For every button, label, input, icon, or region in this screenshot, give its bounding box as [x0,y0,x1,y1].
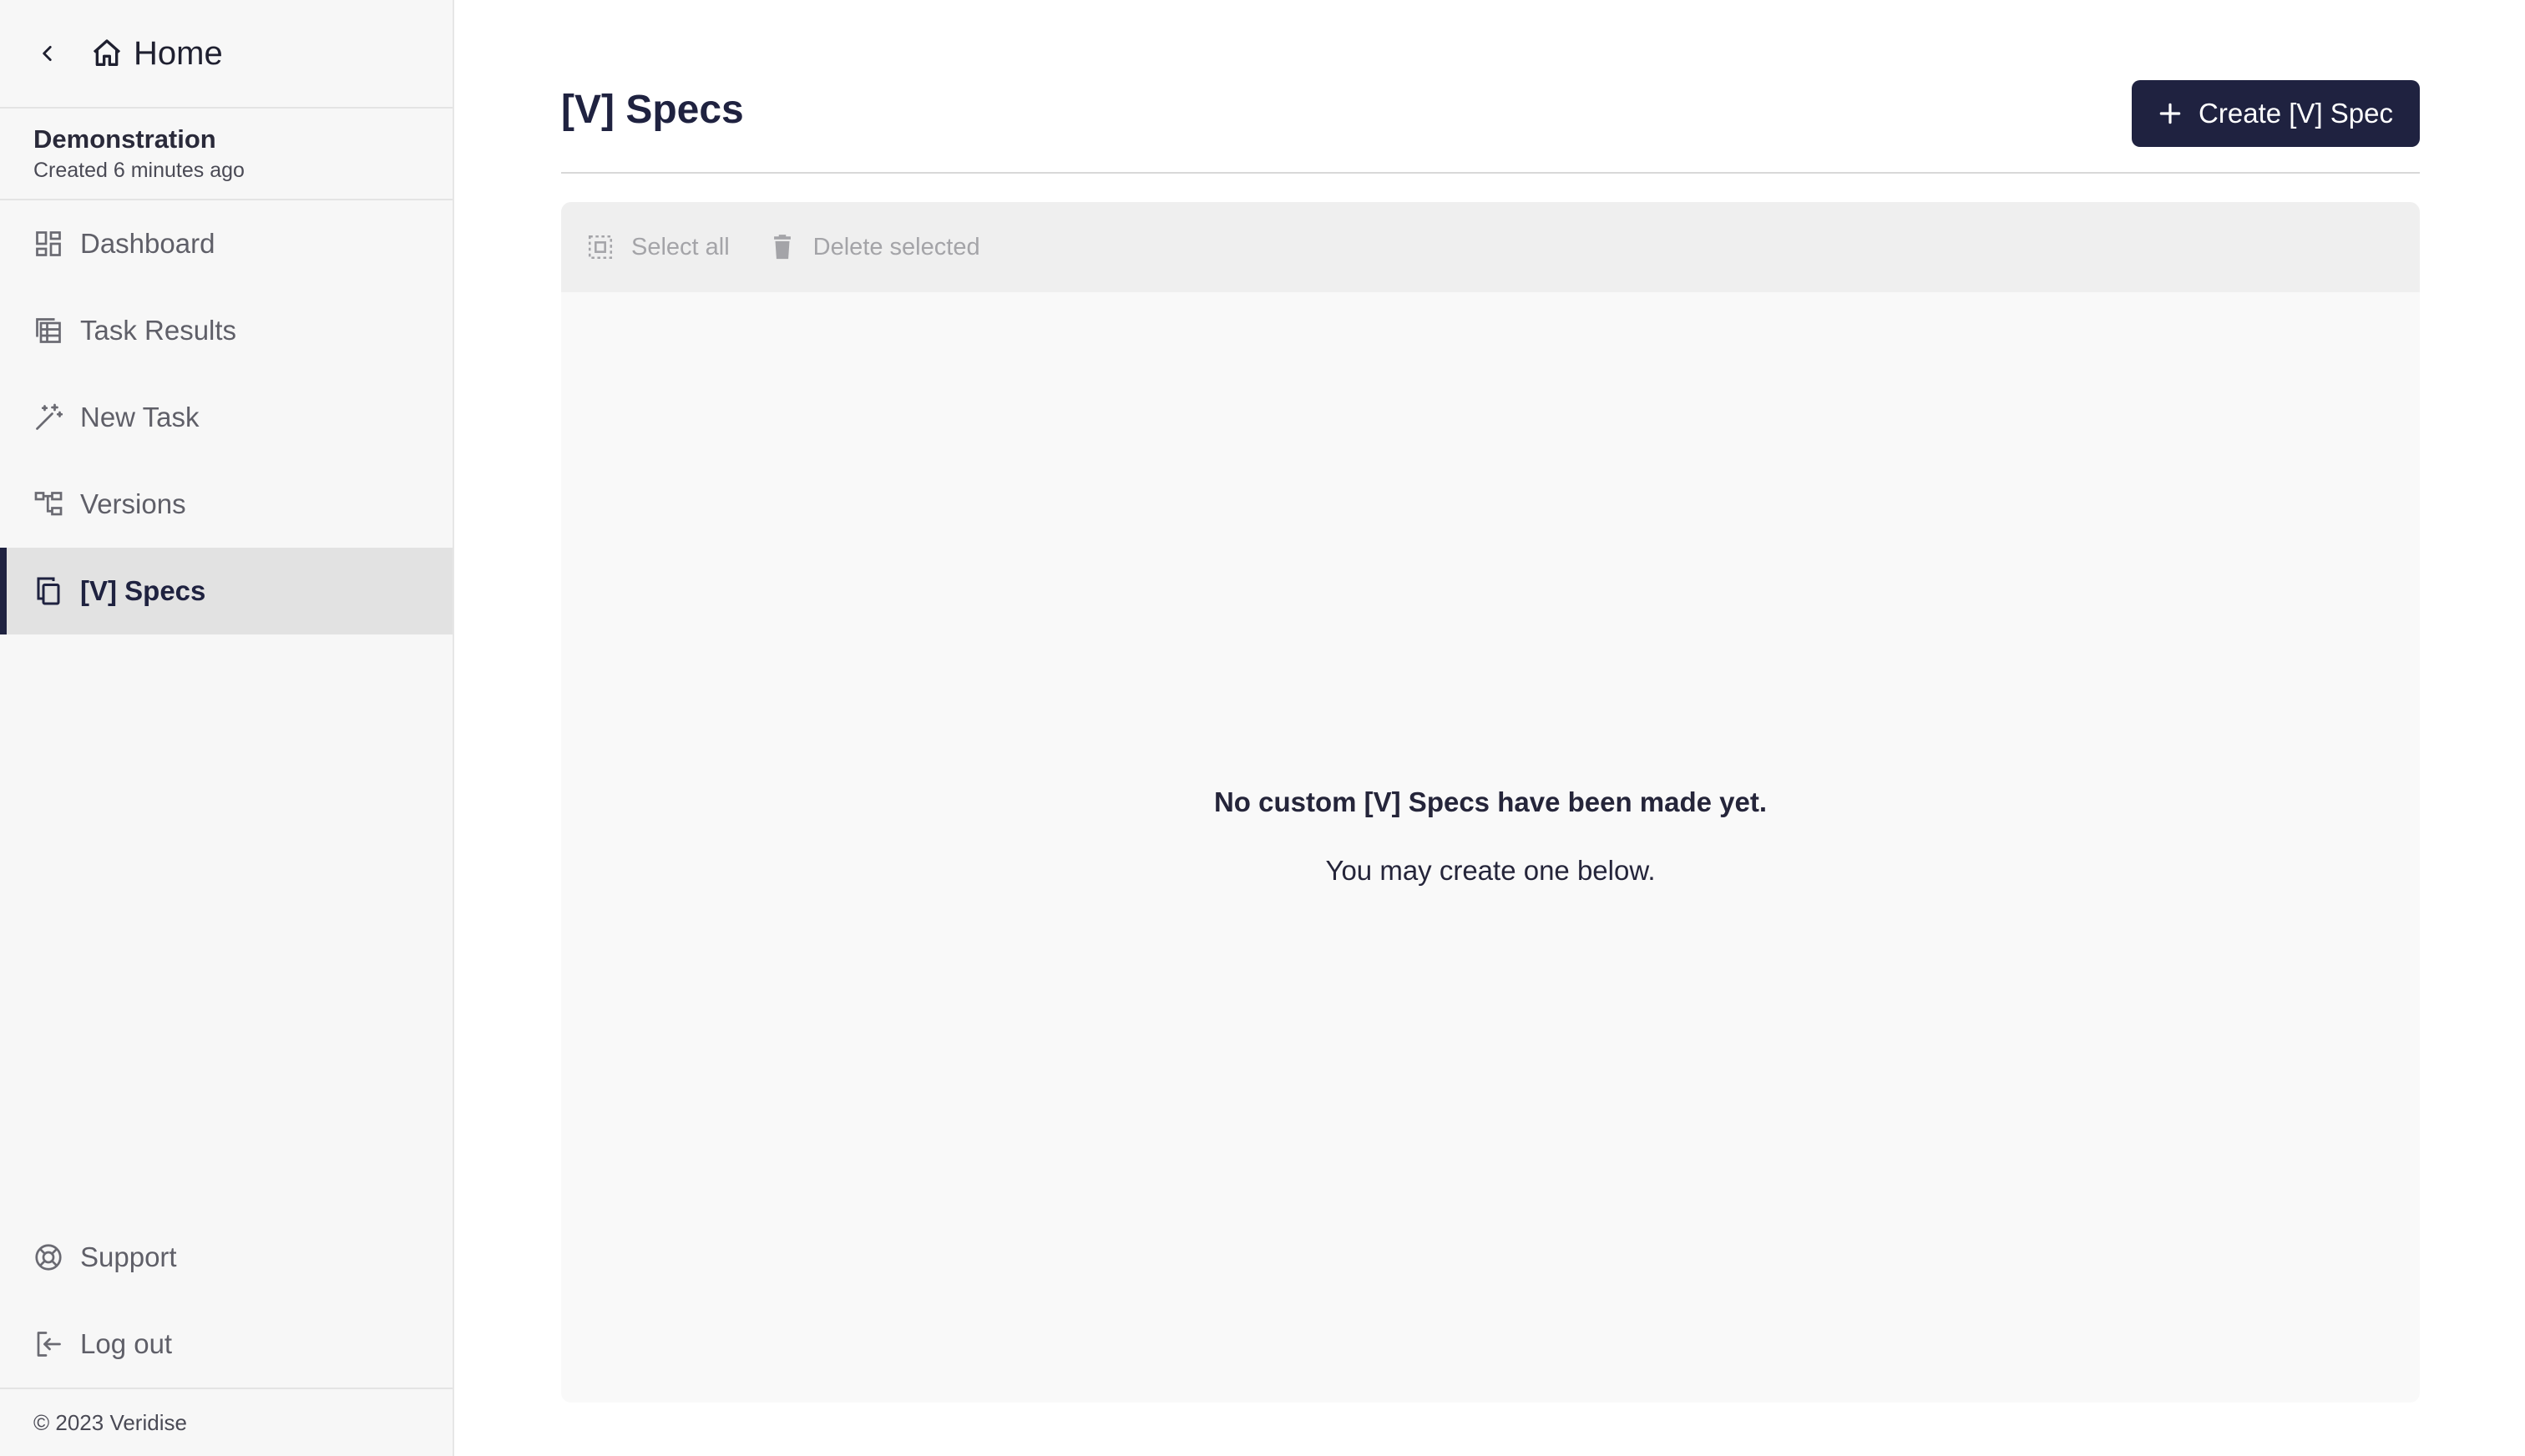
back-button[interactable] [33,39,62,68]
delete-selected-label: Delete selected [812,233,980,260]
specs-toolbar: Select all Delete selected [561,202,2420,292]
sidebar-item-specs[interactable]: [V] Specs [0,548,453,634]
sidebar-item-label: Dashboard [80,228,215,259]
logout-icon [37,1332,61,1357]
sidebar-nav: Dashboard Task Results New Task Versions… [0,200,453,634]
sidebar-item-label: Task Results [80,315,237,346]
page-title: [V] Specs [561,88,744,132]
table-icon [36,318,61,343]
create-spec-button[interactable]: Create [V] Spec [2132,80,2420,147]
trash-icon [773,235,791,260]
delete-selected-button[interactable]: Delete selected [768,233,980,261]
create-spec-label: Create [V] Spec [2199,98,2393,129]
sidebar-item-label: Log out [80,1328,173,1359]
sidebar-item-dashboard[interactable]: Dashboard [0,200,453,287]
sidebar-item-label: [V] Specs [80,575,206,606]
select-all-icon [588,235,613,260]
sidebar-item-label: New Task [80,402,200,432]
empty-state: No custom [V] Specs have been made yet. … [561,786,2420,887]
plus-icon [2159,103,2181,124]
sidebar-item-new-task[interactable]: New Task [0,374,453,461]
sidebar: Home Demonstration Created 6 minutes ago… [0,0,454,1456]
sidebar-item-support[interactable]: Support [0,1214,453,1301]
copy-icon [37,577,60,605]
project-info: Demonstration Created 6 minutes ago [0,109,453,200]
home-label: Home [134,34,223,72]
empty-subtext: You may create one below. [1325,855,1656,886]
sidebar-item-versions[interactable]: Versions [0,461,453,548]
copyright: © 2023 Veridise [0,1388,453,1456]
sidebar-item-task-results[interactable]: Task Results [0,287,453,374]
tree-icon [34,492,63,516]
specs-panel: Select all Delete selected No custom [V]… [561,202,2420,1403]
project-name: Demonstration [33,124,216,154]
sidebar-item-logout[interactable]: Log out [0,1301,453,1388]
home-link[interactable]: Home [90,35,223,73]
magic-wand-icon [36,403,63,430]
select-all-button[interactable]: Select all [586,233,730,261]
lifebuoy-icon [35,1244,62,1271]
chevron-left-icon [43,46,52,61]
sidebar-header: Home [0,0,453,109]
project-created: Created 6 minutes ago [33,159,245,182]
home-icon [93,39,121,67]
select-all-label: Select all [631,233,730,260]
sidebar-item-label: Support [80,1241,177,1272]
dashboard-icon [36,231,61,256]
sidebar-item-label: Versions [80,488,186,519]
empty-headline: No custom [V] Specs have been made yet. [1213,786,1768,817]
main-content: [V] Specs Create [V] Spec Select all Del… [454,0,2525,1456]
app-root: Home Demonstration Created 6 minutes ago… [0,0,2525,1456]
page-header: [V] Specs Create [V] Spec [561,80,2420,174]
sidebar-footer: Support Log out © 2023 Veridise [0,1214,453,1456]
